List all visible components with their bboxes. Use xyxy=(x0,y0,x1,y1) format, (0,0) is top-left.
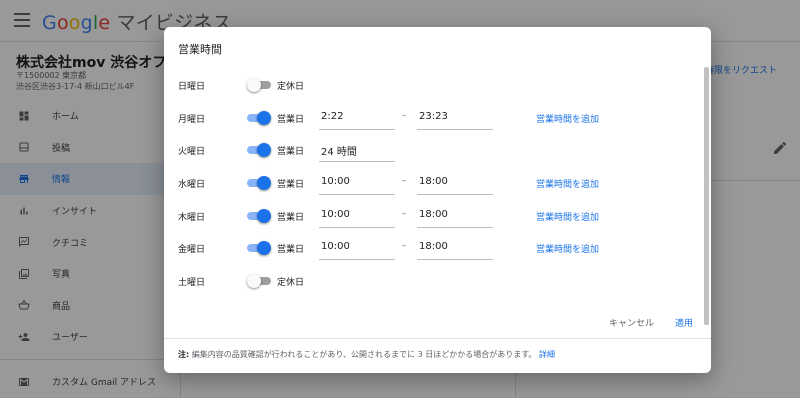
time-separator: – xyxy=(402,176,407,186)
closing-time-input[interactable]: 18:00 xyxy=(417,204,493,228)
day-status: 営業日 xyxy=(277,115,305,125)
open-toggle[interactable] xyxy=(247,209,271,223)
time-separator: – xyxy=(402,111,407,121)
closing-time-input[interactable]: 18:00 xyxy=(417,236,493,260)
cancel-button[interactable]: キャンセル xyxy=(609,316,654,329)
details-link[interactable]: 詳細 xyxy=(539,350,555,359)
time-separator: – xyxy=(402,241,407,251)
open-toggle[interactable] xyxy=(247,143,271,157)
open-toggle[interactable] xyxy=(247,111,271,125)
open-toggle[interactable] xyxy=(247,176,271,190)
dialog-scrollbar[interactable] xyxy=(704,67,709,325)
opening-time-input[interactable]: 10:00 xyxy=(319,171,395,195)
hours-row-wednesday: 水曜日 営業日 10:00 – 18:00 営業時間を追加 xyxy=(164,171,704,195)
day-label: 水曜日 xyxy=(178,180,206,190)
business-hours-dialog: 営業時間 日曜日 定休日 月曜日 営業日 2:22 – 23:23 営業時間を追… xyxy=(164,27,711,373)
day-label: 月曜日 xyxy=(178,115,206,125)
hours-row-saturday: 土曜日 定休日 xyxy=(164,269,704,293)
open-toggle[interactable] xyxy=(247,241,271,255)
hours-dropdown[interactable]: 24 時間 xyxy=(319,138,395,162)
add-hours-link[interactable]: 営業時間を追加 xyxy=(536,112,599,125)
add-hours-link[interactable]: 営業時間を追加 xyxy=(536,210,599,223)
hours-row-tuesday: 火曜日 営業日 24 時間 xyxy=(164,138,704,162)
opening-time-input[interactable]: 10:00 xyxy=(319,236,395,260)
open-toggle[interactable] xyxy=(247,78,271,92)
day-label: 金曜日 xyxy=(178,245,206,255)
day-status: 営業日 xyxy=(277,180,305,190)
day-status: 定休日 xyxy=(277,278,305,288)
day-label: 日曜日 xyxy=(178,82,206,92)
open-toggle[interactable] xyxy=(247,274,271,288)
closing-time-input[interactable]: 23:23 xyxy=(417,106,493,130)
hours-row-friday: 金曜日 営業日 10:00 – 18:00 営業時間を追加 xyxy=(164,236,704,260)
hours-row-sunday: 日曜日 定休日 xyxy=(164,73,704,97)
dialog-divider xyxy=(164,338,711,339)
note-text: 編集内容の品質確認が行われることがあり、公開されるまでに 3 日ほどかかる場合が… xyxy=(189,350,537,359)
opening-time-input[interactable]: 10:00 xyxy=(319,204,395,228)
day-status: 営業日 xyxy=(277,147,305,157)
day-status: 営業日 xyxy=(277,245,305,255)
hours-row-monday: 月曜日 営業日 2:22 – 23:23 営業時間を追加 xyxy=(164,106,704,130)
note-label: 注: xyxy=(178,350,190,359)
add-hours-link[interactable]: 営業時間を追加 xyxy=(536,177,599,190)
day-label: 木曜日 xyxy=(178,213,206,223)
day-status: 定休日 xyxy=(277,82,305,92)
apply-button[interactable]: 適用 xyxy=(675,316,693,329)
closing-time-input[interactable]: 18:00 xyxy=(417,171,493,195)
review-note: 注: 編集内容の品質確認が行われることがあり、公開されるまでに 3 日ほどかかる… xyxy=(178,349,555,360)
dialog-title: 営業時間 xyxy=(178,43,222,56)
day-label: 土曜日 xyxy=(178,278,206,288)
opening-time-input[interactable]: 2:22 xyxy=(319,106,395,130)
add-hours-link[interactable]: 営業時間を追加 xyxy=(536,242,599,255)
hours-row-thursday: 木曜日 営業日 10:00 – 18:00 営業時間を追加 xyxy=(164,204,704,228)
day-status: 営業日 xyxy=(277,213,305,223)
day-label: 火曜日 xyxy=(178,147,206,157)
time-separator: – xyxy=(402,209,407,219)
